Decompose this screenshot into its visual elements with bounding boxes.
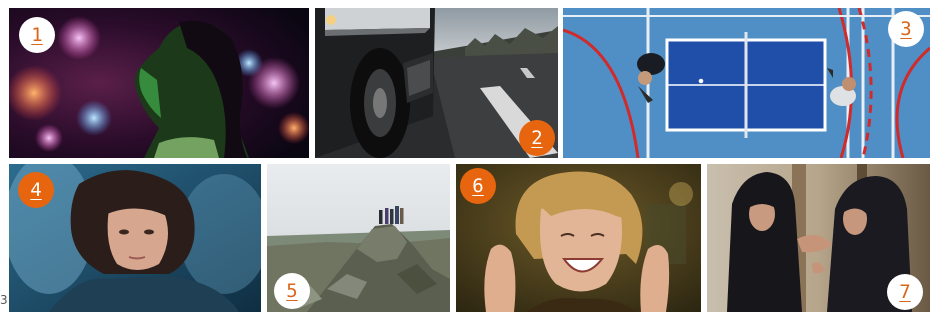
panel-number-badge: 7	[887, 274, 923, 310]
panel-6[interactable]: 6	[456, 164, 701, 312]
panel-number-badge: 1	[19, 17, 55, 53]
table-tennis-top-view-image	[563, 8, 930, 158]
panel-number-badge: 2	[519, 120, 555, 156]
panel-4[interactable]: 4	[9, 164, 261, 312]
panel-number-badge: 4	[18, 172, 54, 208]
panel-number-badge: 3	[888, 11, 924, 47]
edge-page-number: 3	[0, 293, 8, 307]
panel-5[interactable]: 5	[267, 164, 450, 312]
panel-number-badge: 6	[460, 168, 496, 204]
panel-7[interactable]: 7	[707, 164, 930, 312]
panel-3[interactable]: 3	[563, 8, 930, 158]
panel-2[interactable]: 2	[315, 8, 558, 158]
panel-number-badge: 5	[274, 273, 310, 309]
panel-1[interactable]: 1	[9, 8, 309, 158]
